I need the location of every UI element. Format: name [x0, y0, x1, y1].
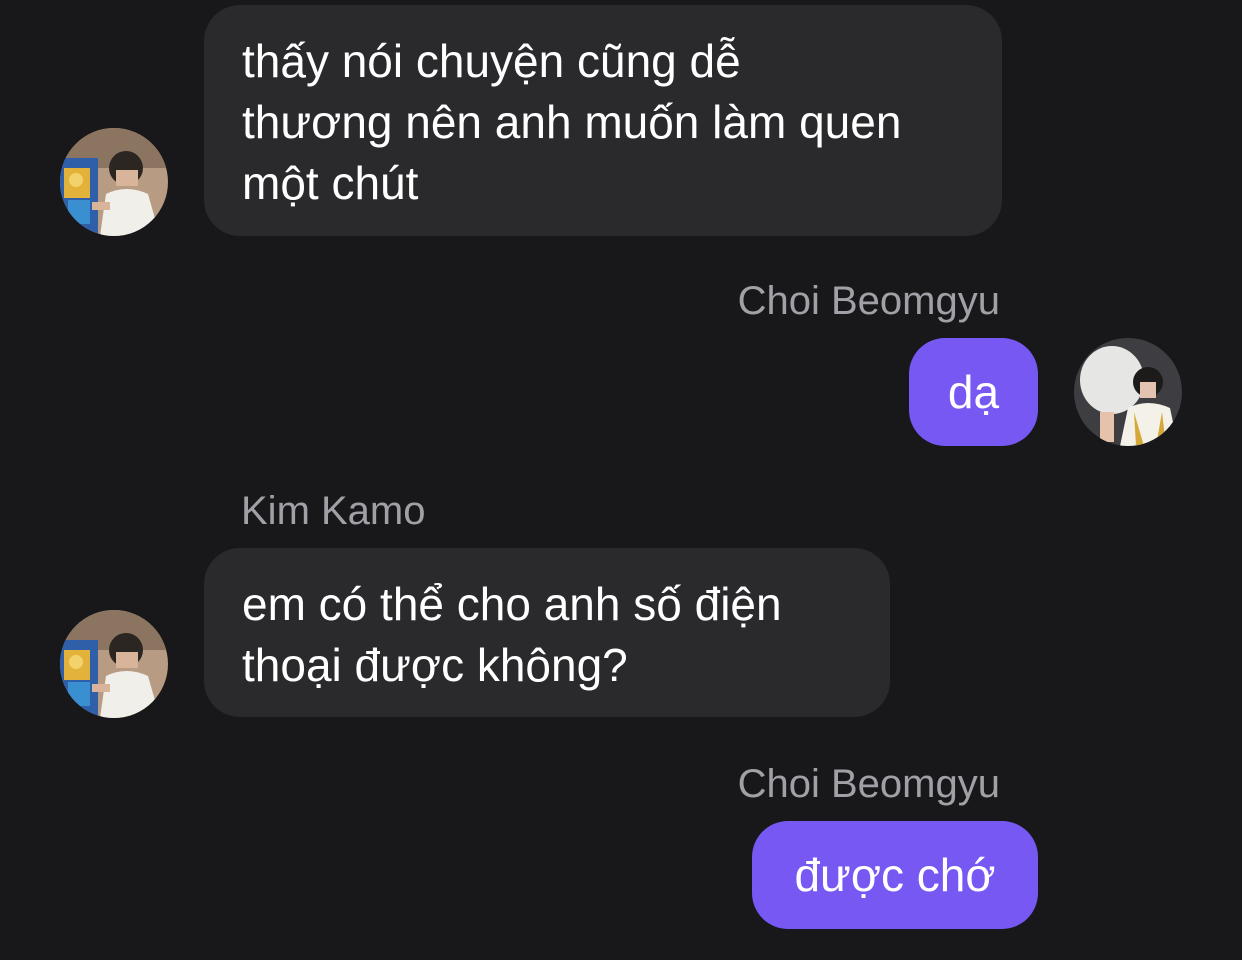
sender-name-3: Kim Kamo	[241, 489, 426, 533]
chat-screen: thấy nói chuyện cũng dễ thương nên anh m…	[0, 0, 1242, 960]
avatar-kim-kamo-image	[60, 128, 168, 236]
avatar-choi-beomgyu-image	[1074, 338, 1182, 446]
sender-name-2: Choi Beomgyu	[737, 279, 1000, 323]
avatar-kim-kamo-image-2	[60, 610, 168, 718]
message-bubble-3[interactable]: em có thể cho anh số điện thoại được khô…	[204, 548, 890, 717]
sender-name-4: Choi Beomgyu	[737, 762, 1000, 806]
message-bubble-2[interactable]: dạ	[909, 338, 1038, 446]
message-bubble-4[interactable]: được chớ	[752, 821, 1038, 929]
message-bubble-1[interactable]: thấy nói chuyện cũng dễ thương nên anh m…	[204, 5, 1002, 236]
avatar-kim-kamo-2[interactable]	[60, 610, 168, 718]
avatar-kim-kamo[interactable]	[60, 128, 168, 236]
avatar-choi-beomgyu[interactable]	[1074, 338, 1182, 446]
